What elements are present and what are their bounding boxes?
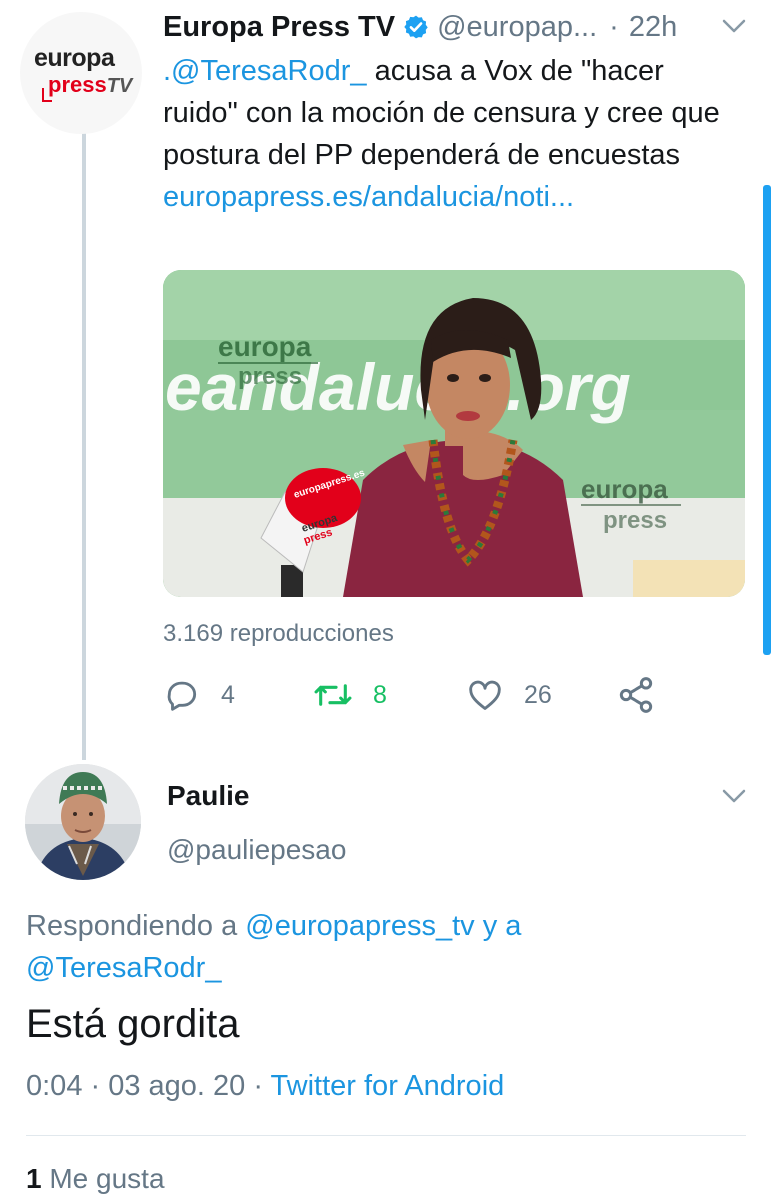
view-count: 3.169 reproducciones xyxy=(163,620,394,647)
tweet-actions: 4 8 26 xyxy=(163,672,663,718)
thread-line xyxy=(82,120,86,760)
watermark-press-2: press xyxy=(603,507,667,534)
watermark-europa-2: europa xyxy=(581,474,668,504)
separator-dot: · xyxy=(609,10,619,43)
reply-likes-label: Me gusta xyxy=(49,1163,165,1194)
replying-to: Respondiendo a @europapress_tv y a @Tere… xyxy=(26,905,726,989)
reply-text: Está gordita xyxy=(26,1002,240,1046)
share-icon xyxy=(619,677,653,713)
reply-meta: 0:04 · 03 ago. 20 · Twitter for Android xyxy=(26,1070,504,1103)
chevron-down-icon[interactable] xyxy=(722,18,746,34)
reply-likes-count: 1 xyxy=(26,1163,42,1194)
replying-user-teresa[interactable]: @TeresaRodr_ xyxy=(26,952,221,984)
reply-timestamp: 0:04 · 03 ago. 20 · xyxy=(26,1070,271,1102)
reply-count: 4 xyxy=(221,680,235,709)
replying-user-europapress[interactable]: @europapress_tv xyxy=(245,910,474,942)
watermark-press-1: press xyxy=(238,363,302,390)
paulie-photo xyxy=(25,764,141,880)
avatar-logo-europa: europa xyxy=(34,44,115,72)
tweet-text: .@TeresaRodr_ acusa a Vox de "hacer ruid… xyxy=(163,50,723,218)
paulie-avatar[interactable] xyxy=(25,764,141,880)
like-button[interactable]: 26 xyxy=(466,672,552,718)
watermark-europa-1: europa xyxy=(218,331,312,362)
retweet-count: 8 xyxy=(373,680,387,709)
replying-and: y a xyxy=(474,910,522,942)
retweet-button[interactable]: 8 xyxy=(313,672,387,718)
article-link[interactable]: europapress.es/andalucia/noti... xyxy=(163,181,574,213)
reply-source[interactable]: Twitter for Android xyxy=(271,1070,505,1102)
tweet-header: Europa Press TV @europap... · 22h xyxy=(163,8,763,46)
reply-chevron-down-icon[interactable] xyxy=(722,788,746,804)
tweet-handle[interactable]: @europap... xyxy=(437,11,597,44)
reply-author-name[interactable]: Paulie xyxy=(167,780,249,812)
share-button[interactable] xyxy=(616,672,676,718)
reply-button[interactable]: 4 xyxy=(163,672,235,718)
reply-likes[interactable]: 1 Me gusta xyxy=(26,1163,165,1195)
reply-author-handle[interactable]: @pauliepesao xyxy=(167,834,346,866)
replying-prefix: Respondiendo a xyxy=(26,910,246,942)
retweet-icon xyxy=(314,684,352,706)
avatar-logo-press: pressTV xyxy=(48,72,133,97)
tweet-author-name[interactable]: Europa Press TV xyxy=(163,11,395,44)
reply-icon xyxy=(167,681,197,711)
like-icon xyxy=(469,680,501,710)
video-thumbnail[interactable]: eandalucia.org europa press europa press… xyxy=(163,270,745,597)
video-frame: eandalucia.org europa press europa press… xyxy=(163,270,745,597)
divider xyxy=(26,1135,746,1136)
scrollbar[interactable] xyxy=(763,185,771,655)
tweet-time[interactable]: 22h xyxy=(629,11,677,44)
like-count: 26 xyxy=(524,680,552,709)
mention-link[interactable]: .@TeresaRodr_ xyxy=(163,55,367,87)
verified-badge-icon xyxy=(404,15,428,39)
europa-press-avatar[interactable]: europa pressTV xyxy=(20,12,142,134)
